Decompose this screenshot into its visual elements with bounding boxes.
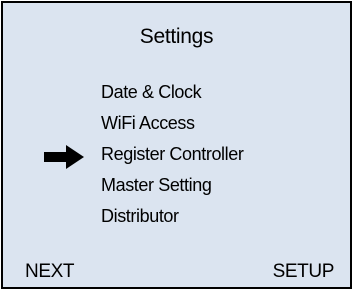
menu-item-register-controller[interactable]: Register Controller [101, 143, 244, 174]
screen-title: Settings [139, 25, 214, 48]
setup-softkey[interactable]: SETUP [273, 261, 335, 283]
menu-item-master-setting[interactable]: Master Setting [101, 174, 243, 205]
device-screen: Settings Date & Clock WiFi Access Regist… [1, 1, 352, 289]
menu-item-distributor[interactable]: Distributor [101, 205, 243, 236]
settings-menu: Date & Clock WiFi Access Register Contro… [101, 81, 244, 236]
next-softkey[interactable]: NEXT [25, 261, 74, 283]
right-arrow-icon [44, 145, 84, 169]
menu-item-date-clock[interactable]: Date & Clock [101, 81, 243, 112]
menu-item-wifi-access[interactable]: WiFi Access [101, 112, 243, 143]
